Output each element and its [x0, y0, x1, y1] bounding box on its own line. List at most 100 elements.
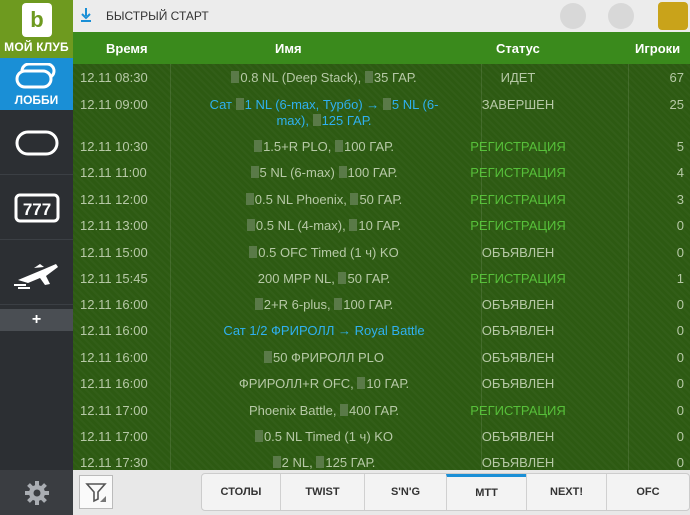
row-players: 25 [669, 97, 684, 112]
tab-sng[interactable]: S'N'G [364, 474, 446, 510]
row-time: 12.11 10:30 [80, 139, 148, 154]
table-row[interactable]: 12.11 17:00 0.5 NL Timed (1 ч) KO ОБЪЯВЛ… [73, 429, 690, 455]
row-status: РЕГИСТРАЦИЯ [470, 218, 566, 233]
tournament-table: Время Имя Статус Игроки 12.11 08:30 0.8 … [73, 32, 690, 470]
row-players: 0 [676, 245, 684, 260]
cash-tables-button[interactable] [0, 111, 73, 175]
lobby-button[interactable]: ЛОББИ [0, 58, 73, 110]
row-players: 3 [676, 192, 684, 207]
club-logo-icon: b [22, 3, 52, 37]
filter-icon [85, 483, 107, 503]
row-name: 2 NL, 125 ГАР. [171, 455, 477, 470]
row-status: ОБЪЯВЛЕН [481, 297, 555, 312]
poker-table-icon [15, 130, 58, 155]
table-row[interactable]: 12.11 15:45 200 MPP NL, 50 ГАР. РЕГИСТРА… [73, 271, 690, 297]
svg-text:777: 777 [22, 200, 50, 219]
table-row[interactable]: 12.11 16:00 2+R 6-plus, 100 ГАР. ОБЪЯВЛЕ… [73, 297, 690, 323]
row-time: 12.11 09:00 [80, 97, 148, 112]
row-players: 0 [676, 403, 684, 418]
header-name[interactable]: Имя [275, 41, 302, 56]
header-status[interactable]: Статус [496, 41, 540, 56]
row-time: 12.11 16:00 [80, 376, 148, 391]
table-row[interactable]: 12.11 08:30 0.8 NL (Deep Stack), 35 ГАР.… [73, 70, 690, 96]
app-window: b МОЙ КЛУБ ЛОББИ 777 + БЫСТРЫЙ СТАРТ Вре… [0, 0, 690, 515]
row-name: 0.5 NL Timed (1 ч) KO [171, 429, 477, 444]
row-status: ОБЪЯВЛЕН [481, 350, 555, 365]
table-row[interactable]: 12.11 17:00 Phoenix Battle, 400 ГАР. РЕГ… [73, 403, 690, 429]
my-club-label: МОЙ КЛУБ [4, 40, 69, 54]
settings-button[interactable] [0, 470, 73, 515]
row-name: Сат 1/2 ФРИРОЛЛ → Royal Battle [223, 323, 425, 338]
row-players: 5 [676, 139, 684, 154]
tab-next[interactable]: NEXT! [526, 474, 606, 510]
casino-button[interactable]: 777 [0, 176, 73, 240]
table-row[interactable]: 12.11 13:00 0.5 NL (4-max), 10 ГАР. РЕГИ… [73, 218, 690, 244]
row-players: 0 [676, 376, 684, 391]
download-icon [81, 8, 91, 22]
plane-icon [13, 263, 58, 289]
row-name: ФРИРОЛЛ+R OFC, 10 ГАР. [238, 376, 410, 391]
row-status: РЕГИСТРАЦИЯ [470, 403, 566, 418]
row-name: 0.5 OFC Timed (1 ч) KO [171, 245, 477, 260]
lobby-tables-icon [15, 63, 56, 89]
row-time: 12.11 15:00 [80, 245, 148, 260]
row-name: 2+R 6-plus, 100 ГАР. [171, 297, 477, 312]
row-status: ЗАВЕРШЕН [481, 97, 555, 112]
tab-tables[interactable]: СТОЛЫ [202, 474, 280, 510]
table-row[interactable]: 12.11 16:00 ФРИРОЛЛ+R OFC, 10 ГАР. ОБЪЯВ… [73, 376, 690, 402]
row-time: 12.11 12:00 [80, 192, 148, 207]
table-row[interactable]: 12.11 17:30 2 NL, 125 ГАР. ОБЪЯВЛЕН 0 [73, 455, 690, 470]
row-name: Сат 1 NL (6-max, Турбо) → 5 NL (6- max),… [209, 97, 439, 128]
table-row[interactable]: 12.11 15:00 0.5 OFC Timed (1 ч) KO ОБЪЯВ… [73, 245, 690, 271]
header-players[interactable]: Игроки [635, 41, 680, 56]
bottom-bar: СТОЛЫ TWIST S'N'G MTT NEXT! OFC [73, 470, 690, 515]
sidebar: b МОЙ КЛУБ ЛОББИ 777 + [0, 0, 73, 515]
row-name: 0.5 NL (4-max), 10 ГАР. [171, 218, 477, 233]
row-status: ОБЪЯВЛЕН [481, 323, 555, 338]
header-time[interactable]: Время [106, 41, 148, 56]
row-status: РЕГИСТРАЦИЯ [470, 271, 566, 286]
row-players: 1 [676, 271, 684, 286]
row-status: РЕГИСТРАЦИЯ [470, 192, 566, 207]
tab-mtt[interactable]: MTT [446, 474, 526, 510]
row-status: ОБЪЯВЛЕН [481, 245, 555, 260]
tab-ofc[interactable]: OFC [606, 474, 689, 510]
add-button[interactable]: + [0, 309, 73, 331]
row-name: 1.5+R PLO, 100 ГАР. [171, 139, 477, 154]
balance-icon[interactable] [608, 3, 634, 29]
table-row[interactable]: 12.11 10:30 1.5+R PLO, 100 ГАР. РЕГИСТРА… [73, 139, 690, 165]
table-row[interactable]: 12.11 16:00 50 ФРИРОЛЛ PLO ОБЪЯВЛЕН 0 [73, 350, 690, 376]
lobby-label: ЛОББИ [14, 93, 59, 107]
tab-twist[interactable]: TWIST [280, 474, 364, 510]
row-players: 0 [676, 218, 684, 233]
row-players: 0 [676, 455, 684, 470]
table-header: Время Имя Статус Игроки [73, 32, 690, 64]
row-time: 12.11 15:45 [80, 271, 148, 286]
row-time: 12.11 13:00 [80, 218, 148, 233]
table-row[interactable]: 12.11 16:00 Сат 1/2 ФРИРОЛЛ → Royal Batt… [73, 323, 690, 349]
row-status: ИДЕТ [500, 70, 536, 85]
row-status: РЕГИСТРАЦИЯ [470, 165, 566, 180]
row-status: РЕГИСТРАЦИЯ [470, 139, 566, 154]
cashier-icon[interactable] [658, 2, 688, 30]
game-type-tabs: СТОЛЫ TWIST S'N'G MTT NEXT! OFC [201, 473, 690, 511]
row-status: ОБЪЯВЛЕН [481, 376, 555, 391]
filter-button[interactable] [79, 475, 113, 509]
row-time: 12.11 16:00 [80, 297, 148, 312]
quick-start-button[interactable]: БЫСТРЫЙ СТАРТ [106, 9, 209, 23]
row-players: 0 [676, 429, 684, 444]
row-time: 12.11 16:00 [80, 350, 148, 365]
row-name: 0.5 NL Phoenix, 50 ГАР. [171, 192, 477, 207]
row-players: 0 [676, 323, 684, 338]
table-row[interactable]: 12.11 12:00 0.5 NL Phoenix, 50 ГАР. РЕГИ… [73, 192, 690, 218]
my-club-button[interactable]: b МОЙ КЛУБ [0, 0, 73, 58]
slot-777-icon: 777 [14, 193, 59, 222]
row-time: 12.11 11:00 [80, 165, 147, 180]
table-row[interactable]: 12.11 09:00 Сат 1 NL (6-max, Турбо) → 5 … [73, 96, 690, 136]
row-name: 5 NL (6-max) 100 ГАР. [171, 165, 477, 180]
promo-button[interactable] [0, 241, 73, 305]
table-row[interactable]: 12.11 11:00 5 NL (6-max) 100 ГАР. РЕГИСТ… [73, 165, 690, 191]
avatar[interactable] [560, 3, 586, 29]
row-time: 12.11 16:00 [80, 323, 148, 338]
row-players: 67 [669, 70, 684, 85]
